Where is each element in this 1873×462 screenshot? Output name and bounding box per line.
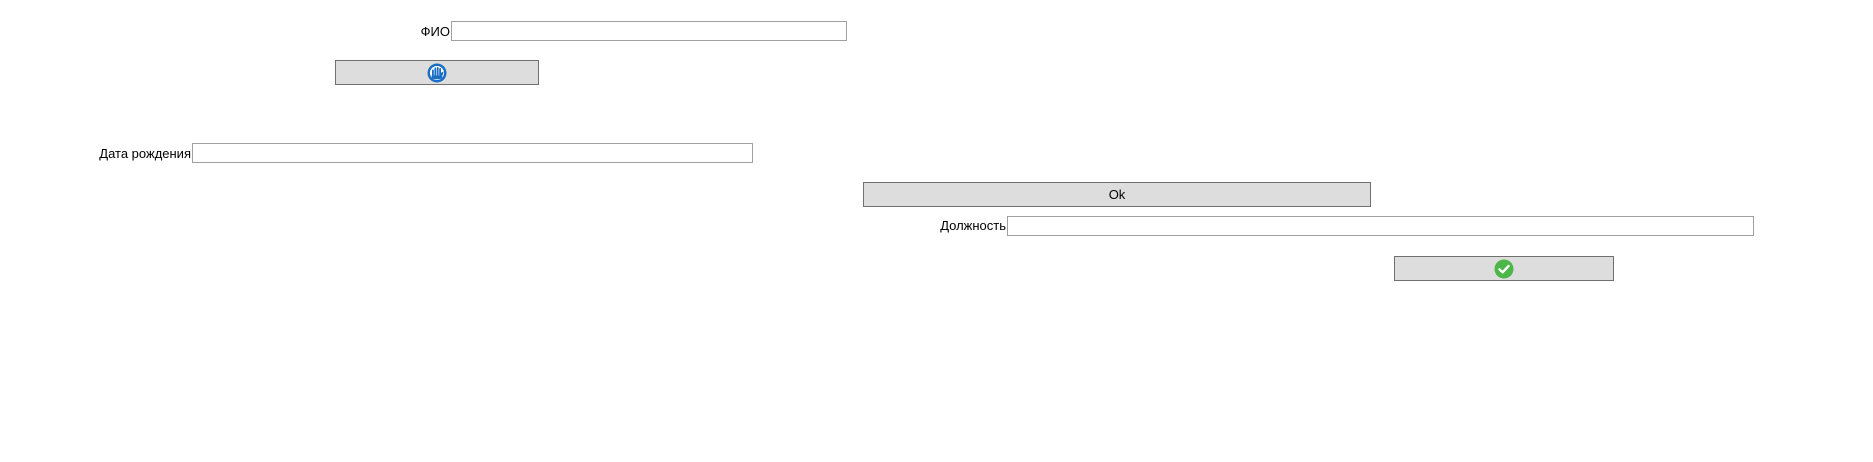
fio-label: ФИО	[420, 24, 450, 39]
hand-icon-button[interactable]	[335, 60, 539, 85]
birth-date-input[interactable]	[192, 143, 753, 163]
birth-date-label: Дата рождения	[99, 146, 191, 161]
fio-input[interactable]	[451, 21, 847, 41]
confirm-button[interactable]	[1394, 256, 1614, 281]
form-canvas: ФИО Дата рождения Ok Должность	[0, 0, 1873, 462]
ok-button[interactable]: Ok	[863, 182, 1371, 207]
green-checkmark-icon	[1494, 259, 1514, 279]
blue-hand-icon	[427, 63, 447, 83]
position-label: Должность	[940, 218, 1006, 233]
position-input[interactable]	[1007, 216, 1754, 236]
